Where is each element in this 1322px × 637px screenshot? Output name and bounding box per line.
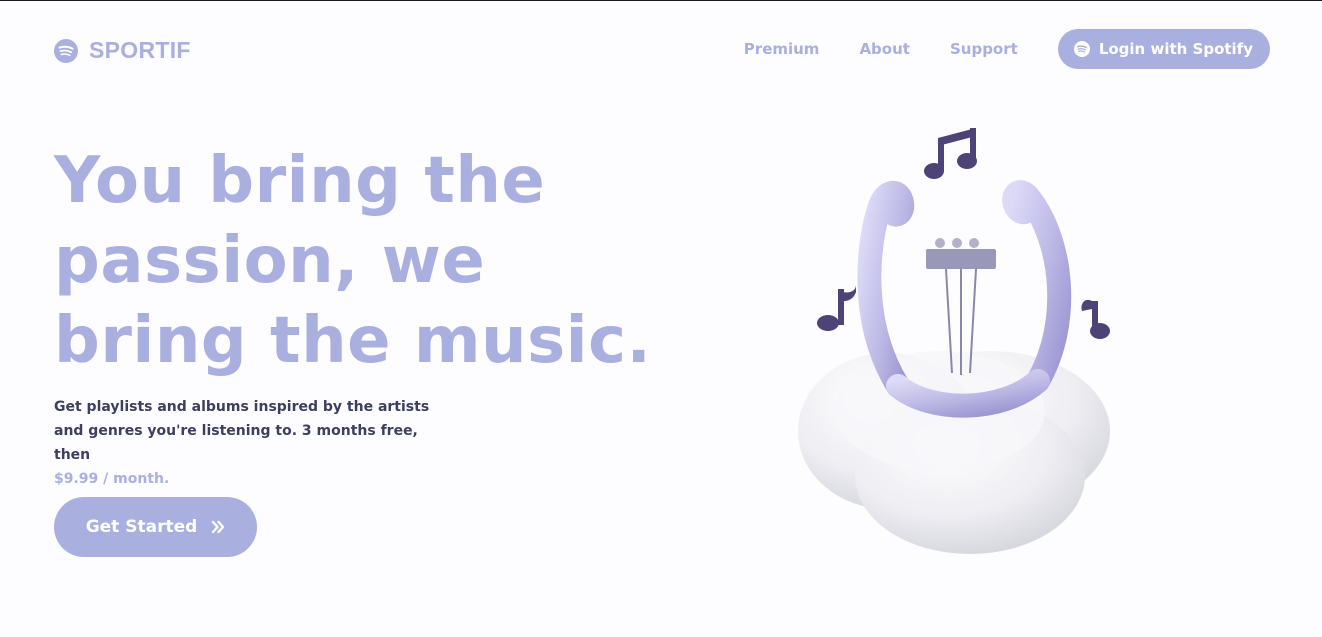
music-note-left (817, 285, 856, 331)
hero-description-text: Get playlists and albums inspired by the… (54, 399, 430, 463)
brand-name: SPORTIF (89, 37, 191, 63)
hero-description: Get playlists and albums inspired by the… (54, 395, 454, 491)
hero-title: You bring the passion, we bring the musi… (54, 144, 652, 378)
price-text: $9.99 / month. (54, 471, 170, 487)
music-note-top (924, 128, 977, 179)
nav-link-about[interactable]: About (859, 40, 910, 58)
lyre-cloud-illustration (798, 128, 1110, 554)
get-started-label: Get Started (85, 517, 198, 537)
nav-link-support[interactable]: Support (950, 40, 1018, 58)
brand-logo[interactable]: SPORTIF (54, 37, 191, 64)
login-with-spotify-button[interactable]: Login with Spotify (1057, 29, 1270, 69)
login-button-label: Login with Spotify (1098, 40, 1253, 58)
cloud (798, 351, 1110, 554)
double-chevron-right-icon (212, 520, 225, 534)
spotify-icon (1073, 41, 1090, 57)
get-started-button[interactable]: Get Started (54, 497, 257, 557)
nav-link-premium[interactable]: Premium (744, 40, 820, 58)
main-navigation: Premium About Support Login with Spotify (744, 29, 1270, 69)
music-note-right (1081, 299, 1110, 339)
spotify-logo-icon (54, 38, 78, 63)
